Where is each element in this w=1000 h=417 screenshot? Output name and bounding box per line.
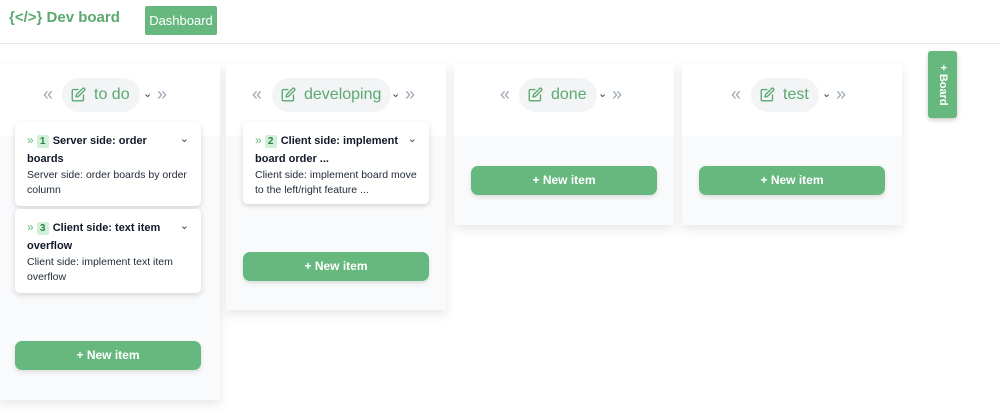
move-left-icon[interactable]: « xyxy=(252,84,262,104)
chevron-down-icon[interactable]: ⌄ xyxy=(598,87,607,100)
new-item-button[interactable]: + New item xyxy=(15,341,201,370)
edit-icon xyxy=(528,87,543,102)
move-right-icon[interactable]: » xyxy=(836,84,846,104)
chevron-down-icon[interactable]: ⌄ xyxy=(180,219,189,232)
column-title[interactable]: test xyxy=(751,78,819,112)
chevron-down-icon[interactable]: ⌄ xyxy=(408,132,417,145)
task-card[interactable]: » 1 Server side: order boards ⌄ Server sid… xyxy=(15,122,201,206)
column-title[interactable]: to do xyxy=(62,78,140,112)
edit-icon xyxy=(281,87,296,102)
move-left-icon[interactable]: « xyxy=(43,84,53,104)
move-right-icon[interactable]: » xyxy=(612,84,622,104)
top-bar: {</>} Dev board Dashboard xyxy=(0,0,1000,44)
card-description: Server side: order boards by order colum… xyxy=(27,169,187,196)
move-card-icon[interactable]: » xyxy=(27,220,34,234)
card-description: Client side: implement board move to the… xyxy=(255,169,417,196)
move-card-icon[interactable]: » xyxy=(255,133,262,147)
board-column-done: « done ⌄ » + New item xyxy=(454,64,674,225)
move-right-icon[interactable]: » xyxy=(157,84,167,104)
add-board-label: + Board xyxy=(936,63,949,106)
app-logo[interactable]: {</>} Dev board xyxy=(9,9,120,26)
column-header: « test ⌄ » xyxy=(682,64,902,136)
task-card[interactable]: » 2 Client side: implement board order ...… xyxy=(243,122,429,204)
column-title[interactable]: done xyxy=(519,78,597,112)
dashboard-button[interactable]: Dashboard xyxy=(145,6,217,35)
column-title-text: done xyxy=(551,86,587,103)
task-card[interactable]: » 3 Client side: text item overflow ⌄ Clie… xyxy=(15,209,201,293)
new-item-button[interactable]: + New item xyxy=(243,252,429,281)
chevron-down-icon[interactable]: ⌄ xyxy=(391,87,400,100)
column-title-text: to do xyxy=(94,86,130,103)
move-card-icon[interactable]: » xyxy=(27,133,34,147)
column-header: « done ⌄ » xyxy=(454,64,674,136)
add-board-button[interactable]: + Board xyxy=(928,51,957,118)
move-left-icon[interactable]: « xyxy=(731,84,741,104)
card-number-badge: 1 xyxy=(36,135,49,148)
column-title-text: developing xyxy=(304,86,382,103)
card-description: Client side: implement text item overflo… xyxy=(27,256,173,283)
board-column-test: « test ⌄ » + New item xyxy=(682,64,902,225)
edit-icon xyxy=(71,87,86,102)
chevron-down-icon[interactable]: ⌄ xyxy=(822,87,831,100)
new-item-button[interactable]: + New item xyxy=(699,166,885,195)
card-number-badge: 2 xyxy=(264,135,277,148)
board-column-developing: « developing ⌄ » » 2 Client side: implemen… xyxy=(226,64,446,310)
new-item-button[interactable]: + New item xyxy=(471,166,657,195)
move-left-icon[interactable]: « xyxy=(500,84,510,104)
board-column-todo: « to do ⌄ » » 1 Server side: order boards … xyxy=(0,64,220,400)
chevron-down-icon[interactable]: ⌄ xyxy=(180,132,189,145)
move-right-icon[interactable]: » xyxy=(405,84,415,104)
column-title[interactable]: developing xyxy=(272,78,392,112)
column-title-text: test xyxy=(783,86,809,103)
chevron-down-icon[interactable]: ⌄ xyxy=(143,87,152,100)
card-number-badge: 3 xyxy=(36,222,49,235)
edit-icon xyxy=(760,87,775,102)
